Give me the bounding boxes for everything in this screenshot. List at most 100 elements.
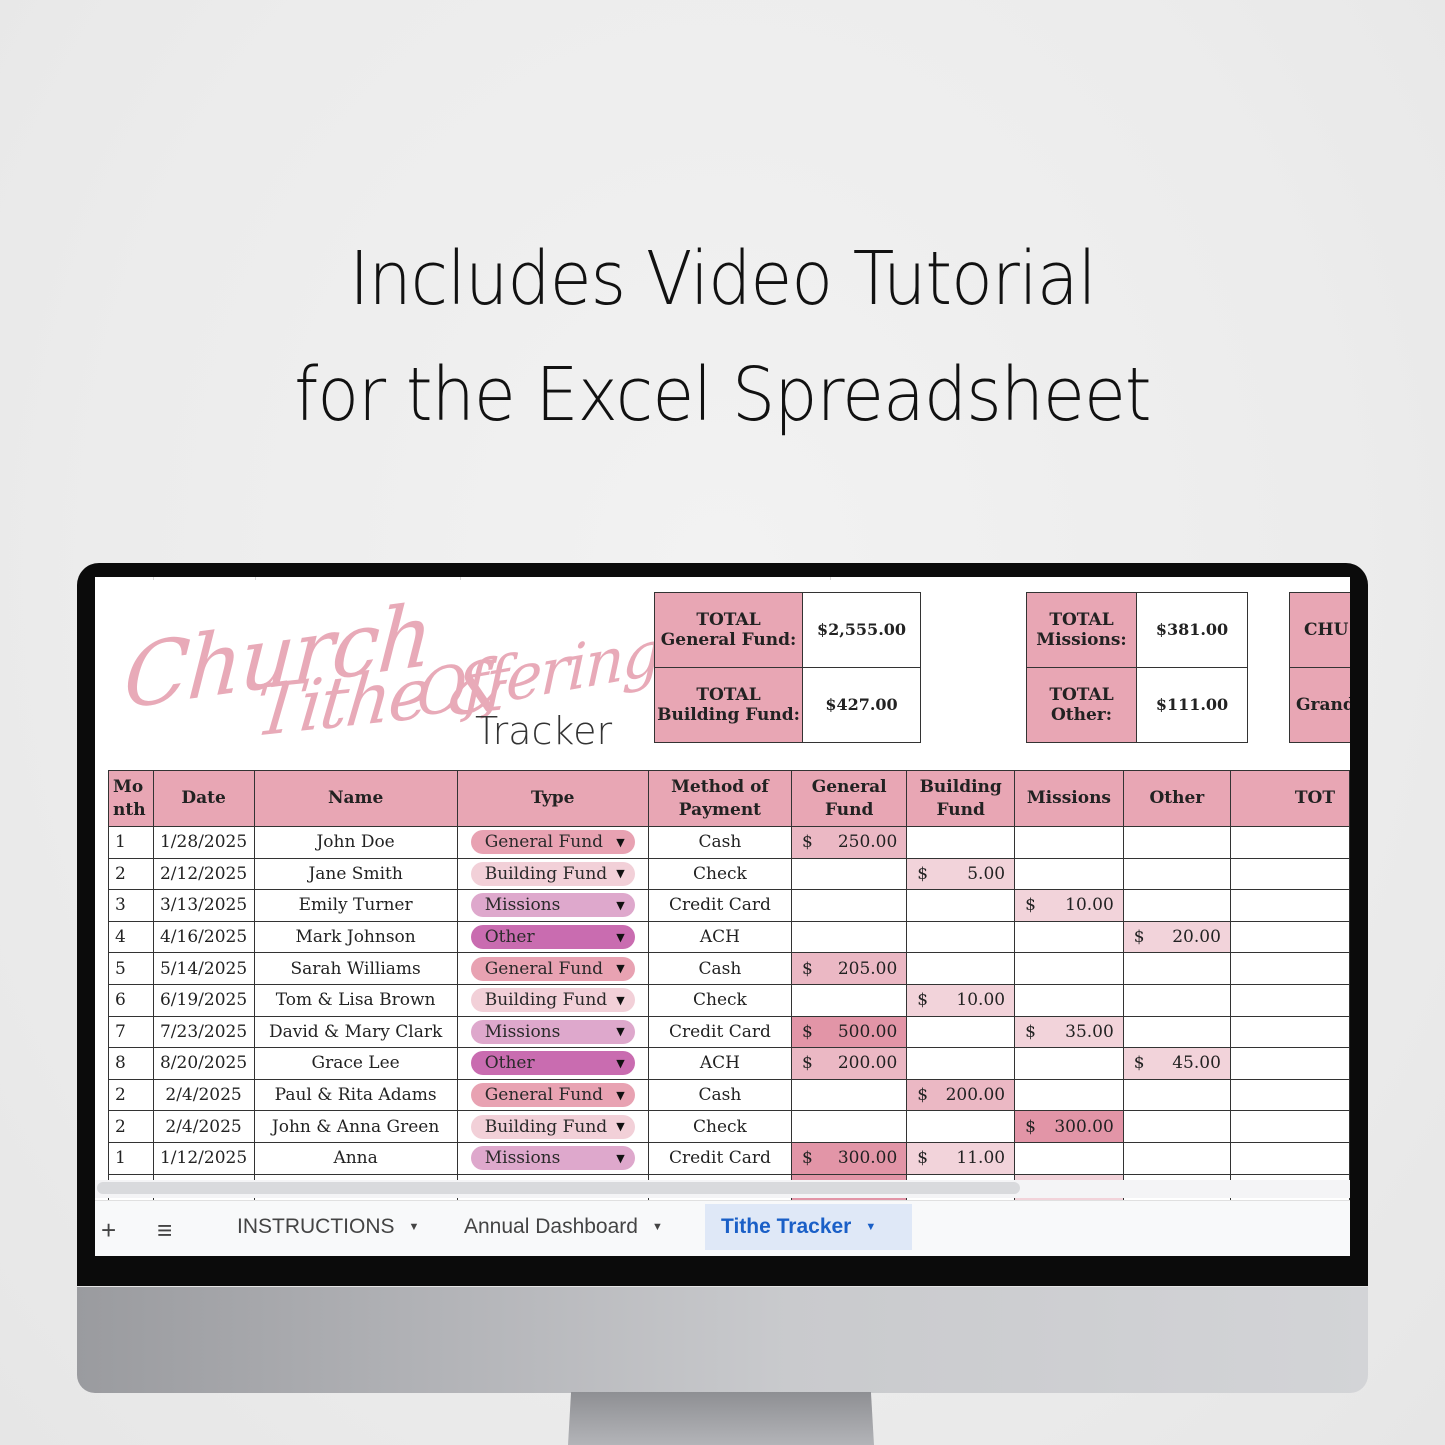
total-cell[interactable] — [1229, 1141, 1350, 1175]
general-amount-cell[interactable] — [791, 857, 908, 891]
general-amount-cell[interactable]: $300.00 — [791, 1141, 908, 1175]
general-amount-cell[interactable] — [791, 920, 908, 954]
date-cell[interactable]: 2/4/2025 — [152, 1110, 255, 1143]
missions-amount-cell[interactable]: $10.00 — [1014, 889, 1124, 922]
type-cell[interactable]: Building Fund ▼ — [456, 1110, 649, 1143]
method-cell[interactable]: Cash — [647, 1078, 793, 1112]
month-cell[interactable]: 3 — [108, 889, 154, 922]
other-amount-cell[interactable]: $45.00 — [1122, 1047, 1231, 1080]
month-cell[interactable]: 1 — [108, 1141, 154, 1175]
general-amount-cell[interactable]: $250.00 — [791, 826, 908, 859]
dropdown-arrow-icon[interactable]: ▼ — [616, 836, 624, 849]
type-cell[interactable]: Missions ▼ — [456, 1141, 649, 1175]
column-header-type[interactable]: Type — [456, 770, 649, 827]
other-amount-cell[interactable] — [1122, 1141, 1231, 1175]
dropdown-arrow-icon[interactable]: ▼ — [616, 931, 624, 944]
other-amount-cell[interactable] — [1122, 1015, 1231, 1049]
missions-amount-cell[interactable] — [1014, 952, 1124, 985]
month-cell[interactable]: 6 — [108, 983, 154, 1017]
total-cell[interactable] — [1229, 1110, 1350, 1143]
name-cell[interactable]: Anna — [253, 1141, 458, 1175]
building-amount-cell[interactable] — [906, 826, 1016, 859]
total-cell[interactable] — [1229, 920, 1350, 954]
dropdown-arrow-icon[interactable]: ▼ — [616, 867, 624, 880]
method-cell[interactable]: Cash — [647, 826, 793, 859]
other-amount-cell[interactable] — [1122, 1078, 1231, 1112]
missions-amount-cell[interactable]: $35.00 — [1014, 1015, 1124, 1049]
total-building-fund-value[interactable]: $427.00 — [802, 667, 921, 743]
month-cell[interactable]: 2 — [108, 1110, 154, 1143]
date-cell[interactable]: 1/28/2025 — [152, 826, 255, 859]
date-cell[interactable]: 4/16/2025 — [152, 920, 255, 954]
month-cell[interactable]: 2 — [108, 857, 154, 891]
month-cell[interactable]: 5 — [108, 952, 154, 985]
dropdown-arrow-icon[interactable]: ▼ — [616, 1025, 624, 1038]
month-cell[interactable]: 7 — [108, 1015, 154, 1049]
other-amount-cell[interactable] — [1122, 826, 1231, 859]
date-cell[interactable]: 2/12/2025 — [152, 857, 255, 891]
general-amount-cell[interactable] — [791, 983, 908, 1017]
tab-instructions[interactable]: INSTRUCTIONS ▼ — [221, 1204, 435, 1250]
name-cell[interactable]: Sarah Williams — [253, 952, 458, 985]
method-cell[interactable]: Check — [647, 857, 793, 891]
type-dropdown[interactable]: Missions ▼ — [470, 1146, 635, 1171]
building-amount-cell[interactable]: $5.00 — [906, 857, 1016, 891]
building-amount-cell[interactable] — [906, 1047, 1016, 1080]
building-amount-cell[interactable] — [906, 889, 1016, 922]
type-cell[interactable]: Building Fund ▼ — [456, 857, 649, 891]
type-dropdown[interactable]: General Fund ▼ — [470, 1083, 635, 1108]
month-cell[interactable]: 1 — [108, 826, 154, 859]
tab-tithe-tracker[interactable]: Tithe Tracker ▼ — [705, 1204, 912, 1250]
method-cell[interactable]: ACH — [647, 1047, 793, 1080]
column-header-other[interactable]: Other — [1122, 770, 1231, 827]
method-cell[interactable]: Cash — [647, 952, 793, 985]
name-cell[interactable]: Emily Turner — [253, 889, 458, 922]
type-dropdown[interactable]: Other ▼ — [470, 1051, 635, 1076]
type-cell[interactable]: Other ▼ — [456, 1047, 649, 1080]
column-header-missions[interactable]: Missions — [1014, 770, 1124, 827]
type-dropdown[interactable]: Building Fund ▼ — [470, 861, 635, 886]
date-cell[interactable]: 7/23/2025 — [152, 1015, 255, 1049]
date-cell[interactable]: 8/20/2025 — [152, 1047, 255, 1080]
general-amount-cell[interactable]: $200.00 — [791, 1047, 908, 1080]
horizontal-scrollbar-thumb[interactable] — [97, 1182, 1020, 1194]
missions-amount-cell[interactable] — [1014, 1047, 1124, 1080]
missions-amount-cell[interactable] — [1014, 857, 1124, 891]
type-cell[interactable]: Building Fund ▼ — [456, 983, 649, 1017]
method-cell[interactable]: Check — [647, 1110, 793, 1143]
other-amount-cell[interactable] — [1122, 857, 1231, 891]
name-cell[interactable]: Tom & Lisa Brown — [253, 983, 458, 1017]
other-amount-cell[interactable] — [1122, 1110, 1231, 1143]
column-header-building-fund[interactable]: Building Fund — [906, 770, 1016, 827]
total-cell[interactable] — [1229, 826, 1350, 859]
type-dropdown[interactable]: Missions ▼ — [470, 1019, 635, 1044]
column-header-month[interactable]: Mo nth — [108, 770, 154, 827]
tab-annual-dashboard[interactable]: Annual Dashboard ▼ — [448, 1204, 679, 1250]
dropdown-arrow-icon[interactable]: ▼ — [616, 994, 624, 1007]
name-cell[interactable]: Grace Lee — [253, 1047, 458, 1080]
total-cell[interactable] — [1229, 1078, 1350, 1112]
name-cell[interactable]: Mark Johnson — [253, 920, 458, 954]
total-cell[interactable] — [1229, 983, 1350, 1017]
type-dropdown[interactable]: General Fund ▼ — [470, 956, 635, 981]
general-amount-cell[interactable] — [791, 1078, 908, 1112]
name-cell[interactable]: David & Mary Clark — [253, 1015, 458, 1049]
name-cell[interactable]: John & Anna Green — [253, 1110, 458, 1143]
dropdown-arrow-icon[interactable]: ▼ — [616, 1057, 624, 1070]
name-cell[interactable]: John Doe — [253, 826, 458, 859]
total-cell[interactable] — [1229, 1047, 1350, 1080]
type-dropdown[interactable]: Other ▼ — [470, 925, 635, 950]
month-cell[interactable]: 2 — [108, 1078, 154, 1112]
name-cell[interactable]: Paul & Rita Adams — [253, 1078, 458, 1112]
missions-amount-cell[interactable] — [1014, 1141, 1124, 1175]
total-cell[interactable] — [1229, 952, 1350, 985]
method-cell[interactable]: Credit Card — [647, 1015, 793, 1049]
dropdown-arrow-icon[interactable]: ▼ — [616, 1152, 624, 1165]
type-cell[interactable]: Missions ▼ — [456, 889, 649, 922]
type-cell[interactable]: Missions ▼ — [456, 1015, 649, 1049]
type-dropdown[interactable]: Building Fund ▼ — [470, 988, 635, 1013]
month-cell[interactable]: 4 — [108, 920, 154, 954]
column-header-date[interactable]: Date — [152, 770, 255, 827]
type-cell[interactable]: General Fund ▼ — [456, 1078, 649, 1112]
method-cell[interactable]: Credit Card — [647, 889, 793, 922]
